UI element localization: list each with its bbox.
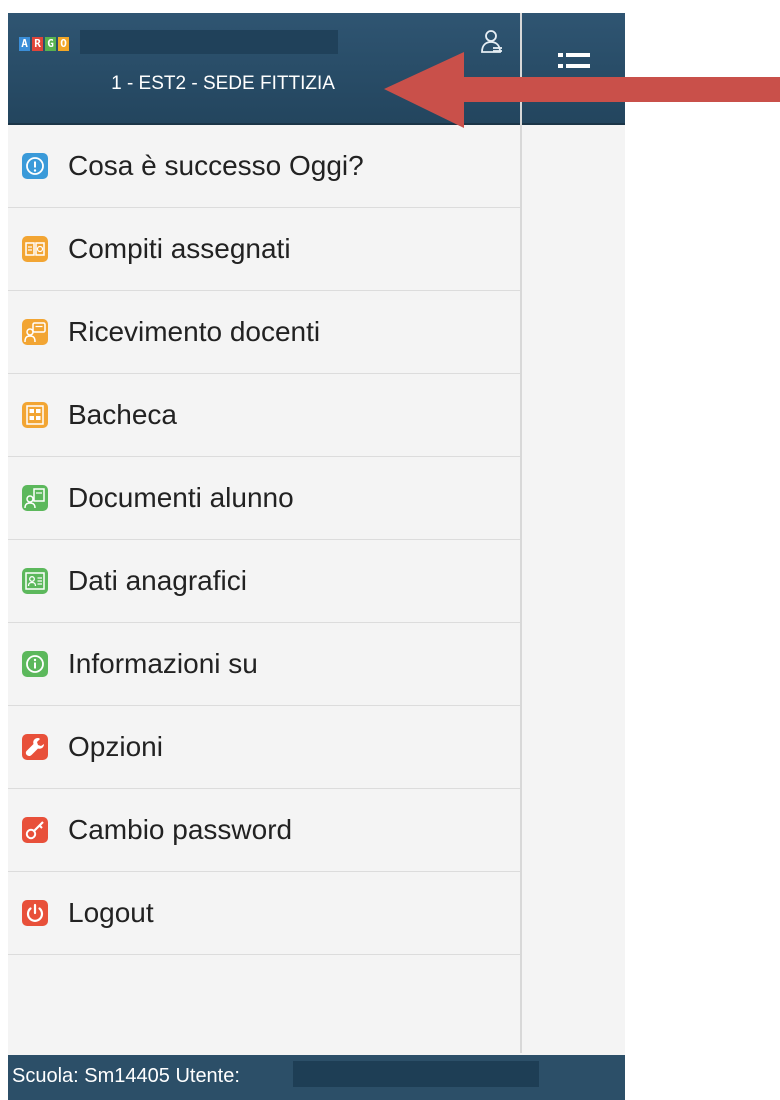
logo-letter-o: O xyxy=(58,37,69,51)
menu-item-label: Compiti assegnati xyxy=(68,233,291,264)
menu-item-label: Documenti alunno xyxy=(68,482,294,513)
app-screen: A R G O 1 - EST2 - SEDE FITTIZIA Cosa è … xyxy=(8,13,625,1100)
footer-school-user: Scuola: Sm14405 Utente: xyxy=(12,1065,240,1087)
institution-name: 1 - EST2 - SEDE FITTIZIA xyxy=(111,73,335,94)
id-card-icon xyxy=(22,568,48,594)
argo-logo: A R G O xyxy=(19,37,69,51)
logo-letter-a: A xyxy=(19,37,30,51)
menu-item-label: Dati anagrafici xyxy=(68,565,247,596)
alert-circle-icon xyxy=(22,153,48,179)
wrench-icon xyxy=(22,734,48,760)
menu-item-informazioni-su[interactable]: Informazioni su xyxy=(8,623,520,706)
student-documents-icon xyxy=(22,485,48,511)
annotation-arrow-shape xyxy=(384,52,780,128)
teacher-meeting-icon xyxy=(22,319,48,345)
key-icon xyxy=(22,817,48,843)
menu-item-dati-anagrafici[interactable]: Dati anagrafici xyxy=(8,540,520,623)
info-icon xyxy=(22,651,48,677)
menu-item-bacheca[interactable]: Bacheca xyxy=(8,374,520,457)
menu-item-cambio-password[interactable]: Cambio password xyxy=(8,789,520,872)
menu-item-label: Ricevimento docenti xyxy=(68,316,321,347)
menu-item-label: Opzioni xyxy=(68,731,163,762)
menu-item-logout[interactable]: Logout xyxy=(8,872,520,955)
redacted-user-block xyxy=(293,1061,539,1087)
menu-item-label: Cambio password xyxy=(68,814,293,845)
menu-item-documenti-alunno[interactable]: Documenti alunno xyxy=(8,457,520,540)
logo-letter-g: G xyxy=(45,37,56,51)
menu-item-label: Bacheca xyxy=(68,399,177,430)
menu-item-label: Logout xyxy=(68,897,154,928)
annotation-arrow xyxy=(384,52,780,128)
menu-item-cosa-e-successo-oggi[interactable]: Cosa è successo Oggi? xyxy=(8,125,520,208)
logo-letter-r: R xyxy=(32,37,43,51)
drawer-menu: Cosa è successo Oggi? Compiti assegnati xyxy=(8,125,520,955)
redacted-name-block xyxy=(80,30,338,54)
status-footer: Scuola: Sm14405 Utente: xyxy=(8,1055,625,1100)
menu-item-label: Informazioni su xyxy=(68,648,258,679)
power-icon xyxy=(22,900,48,926)
bulletin-board-icon xyxy=(22,402,48,428)
menu-item-ricevimento-docenti[interactable]: Ricevimento docenti xyxy=(8,291,520,374)
homework-book-icon xyxy=(22,236,48,262)
menu-item-label: Cosa è successo Oggi? xyxy=(68,150,364,181)
drawer-divider xyxy=(520,13,522,1053)
menu-item-opzioni[interactable]: Opzioni xyxy=(8,706,520,789)
menu-item-compiti-assegnati[interactable]: Compiti assegnati xyxy=(8,208,520,291)
